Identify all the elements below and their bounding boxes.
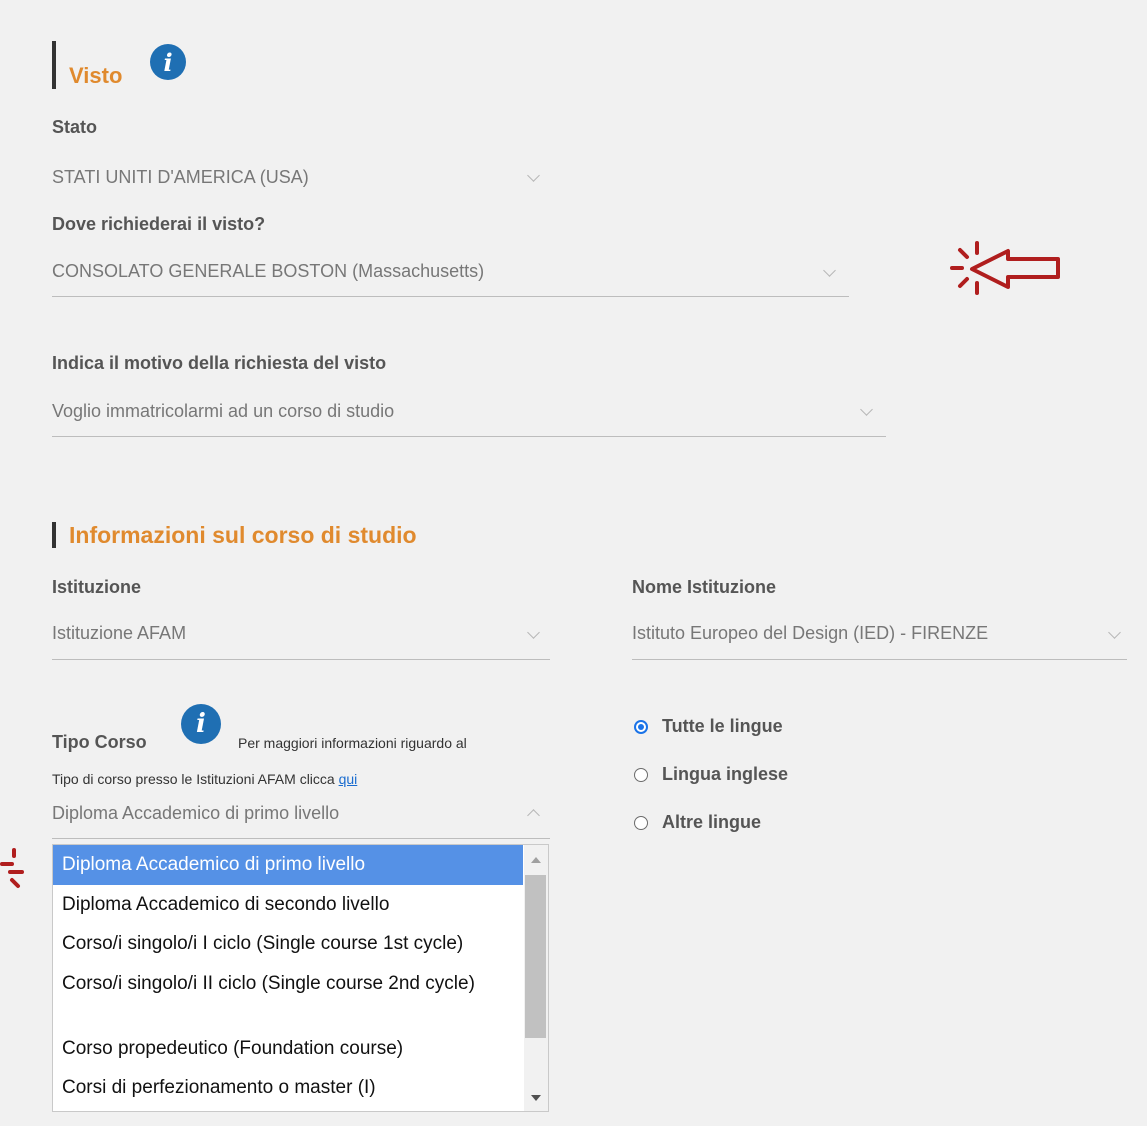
stato-chevron-down-icon[interactable] [527,169,540,182]
motivo-chevron-down-icon[interactable] [860,403,873,416]
nome-istituzione-label: Nome Istituzione [632,577,777,597]
radio-label-tutte-le-lingue[interactable]: Tutte le lingue [662,716,783,737]
dropdown-option[interactable]: Diploma Accademico di primo livello [53,845,523,885]
dropdown-scrollbar-thumb[interactable] [525,875,546,1038]
dropdown-option[interactable]: Corsi di perfezionamento o master (I) [53,1077,523,1099]
dropdown-option[interactable]: Corso/i singolo/i I ciclo (Single course… [53,933,523,955]
radio-altre-lingue[interactable] [634,816,648,830]
visto-section-title: Visto [69,63,123,88]
tipo-corso-info-text-2-label: Tipo di corso presso le Istituzioni AFAM… [52,771,335,787]
stato-select[interactable]: STATI UNITI D'AMERICA (USA) [52,167,309,188]
hand-pointer-annotation-icon [950,241,1060,295]
dove-chevron-down-icon[interactable] [823,264,836,277]
tipo-corso-info-icon[interactable]: i [181,704,221,744]
stato-label: Stato [52,117,97,137]
tipo-corso-underline [52,838,550,839]
annotation-marker-icon [0,848,24,888]
istituzione-select[interactable]: Istituzione AFAM [52,623,186,644]
istituzione-label: Istituzione [52,577,141,597]
radio-label-altre-lingue[interactable]: Altre lingue [662,812,761,833]
dropdown-option[interactable]: Corso/i singolo/i II ciclo (Single cours… [53,973,523,995]
nome-istituzione-select[interactable]: Istituto Europeo del Design (IED) - FIRE… [632,623,988,644]
scroll-down-arrow-icon[interactable] [531,1095,541,1101]
istituzione-underline [52,659,550,660]
corso-section-title: Informazioni sul corso di studio [69,522,417,548]
scroll-up-arrow-icon[interactable] [531,857,541,863]
nome-istituzione-underline [632,659,1127,660]
dove-select[interactable]: CONSOLATO GENERALE BOSTON (Massachusetts… [52,261,484,282]
dropdown-option[interactable]: Diploma Accademico di secondo livello [53,894,523,916]
tipo-corso-dropdown-list: Diploma Accademico di primo livello Dipl… [52,844,549,1112]
tipo-corso-info-text-1: Per maggiori informazioni riguardo al [238,735,467,751]
dropdown-option[interactable]: Corso propedeutico (Foundation course) [53,1038,523,1060]
motivo-label: Indica il motivo della richiesta del vis… [52,353,387,373]
visto-section-bar [52,41,56,89]
tipo-corso-label: Tipo Corso [52,732,147,752]
dove-underline [52,296,849,297]
dove-label: Dove richiederai il visto? [52,214,266,234]
visto-info-icon[interactable]: i [150,44,186,80]
radio-tutte-le-lingue[interactable] [634,720,648,734]
radio-label-lingua-inglese[interactable]: Lingua inglese [662,764,788,785]
tipo-corso-chevron-up-icon[interactable] [527,809,540,822]
corso-section-bar [52,522,56,548]
motivo-underline [52,436,886,437]
tipo-corso-info-text-2: Tipo di corso presso le Istituzioni AFAM… [52,771,357,787]
tipo-corso-qui-link[interactable]: qui [339,771,358,787]
nome-istituzione-chevron-down-icon[interactable] [1108,626,1121,639]
istituzione-chevron-down-icon[interactable] [527,626,540,639]
radio-lingua-inglese[interactable] [634,768,648,782]
tipo-corso-select[interactable]: Diploma Accademico di primo livello [52,803,339,824]
motivo-select[interactable]: Voglio immatricolarmi ad un corso di stu… [52,401,394,422]
